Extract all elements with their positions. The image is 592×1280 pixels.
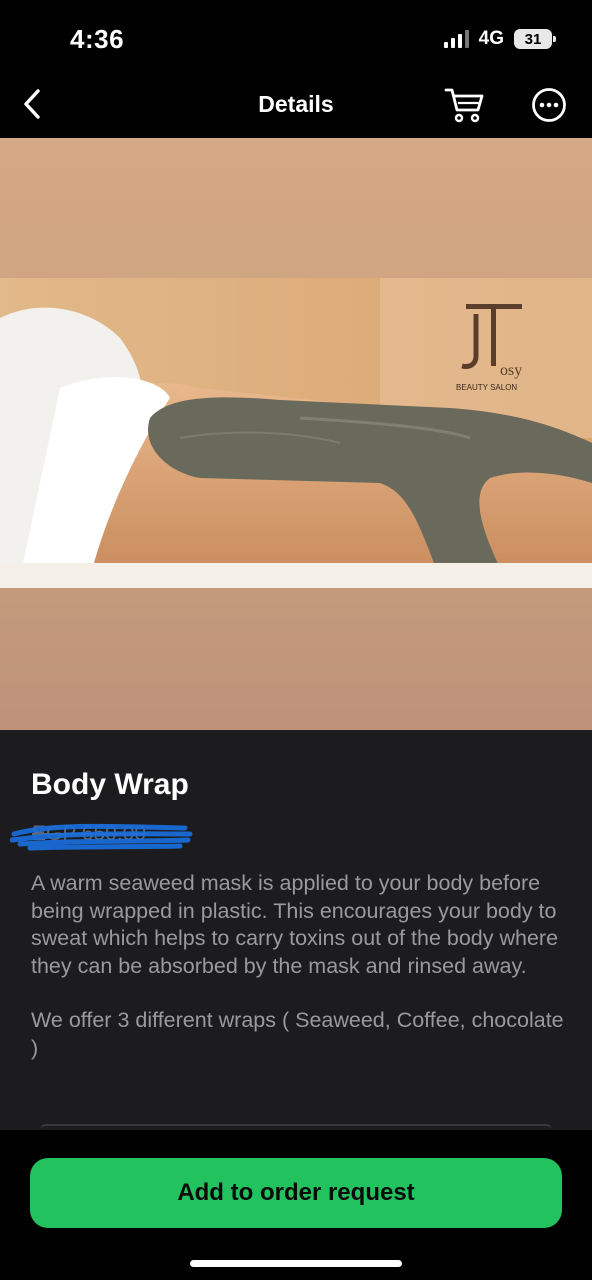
battery-level: 31 bbox=[524, 30, 542, 48]
status-time: 4:36 bbox=[70, 24, 125, 54]
status-bar: 4:36 4G 31 bbox=[0, 0, 592, 72]
cart-icon bbox=[444, 88, 484, 123]
add-to-order-button[interactable]: Add to order request bbox=[30, 1158, 562, 1228]
page-title: Details bbox=[258, 91, 334, 117]
description-paragraph: We offer 3 different wraps ( Seaweed, Co… bbox=[31, 1008, 564, 1060]
signal-icon bbox=[443, 30, 469, 48]
more-horizontal-icon bbox=[532, 88, 566, 122]
bottom-bar: Add to order request bbox=[0, 1130, 592, 1280]
logo-subtitle: BEAUTY SALON bbox=[456, 383, 517, 392]
service-photo: osy BEAUTY SALON bbox=[0, 278, 592, 588]
nav-bar: Details bbox=[0, 72, 592, 138]
service-description: A warm seaweed mask is applied to your b… bbox=[31, 870, 566, 1062]
status-indicators: 4G 31 bbox=[443, 28, 556, 50]
logo-text: osy bbox=[500, 362, 522, 379]
price-container: EGP 650.00 bbox=[10, 820, 193, 851]
network-type: 4G bbox=[478, 28, 504, 49]
service-title: Body Wrap bbox=[31, 768, 189, 801]
more-button[interactable] bbox=[524, 80, 574, 130]
description-paragraph: A warm seaweed mask is applied to your b… bbox=[31, 871, 559, 978]
service-details: Body Wrap EGP 650.00 A warm seaweed mask… bbox=[0, 730, 592, 1130]
service-image: osy BEAUTY SALON bbox=[0, 138, 592, 730]
body-wrap-illustration: osy BEAUTY SALON bbox=[0, 278, 592, 588]
cart-button[interactable] bbox=[440, 80, 490, 130]
redaction-scribble bbox=[10, 823, 193, 851]
battery-icon: 31 bbox=[514, 29, 556, 49]
home-indicator[interactable] bbox=[190, 1260, 402, 1267]
